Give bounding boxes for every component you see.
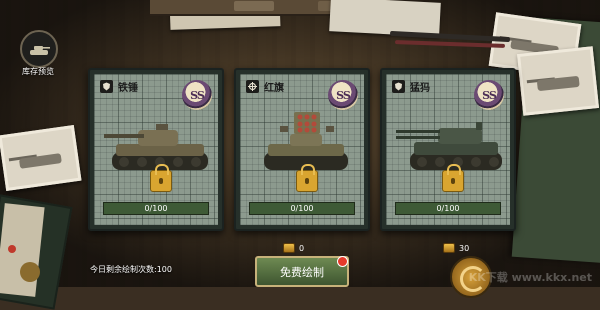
fragment-progress: 0/100 <box>249 202 355 215</box>
crosshair-icon <box>246 80 259 93</box>
tank-name: 红旗 <box>264 83 284 94</box>
cost-value: 30 <box>459 243 470 253</box>
tank-card-3[interactable]: 猛犸 SS 0/100 <box>380 68 516 231</box>
inventory-preview-label: 库存预览 <box>22 67 54 76</box>
draw-cost-paid: 30 <box>443 243 469 253</box>
notification-dot <box>337 256 348 267</box>
tank-card-2[interactable]: 红旗 SS 0/100 <box>234 68 370 231</box>
shield-icon <box>100 80 113 93</box>
rarity-badge: SS <box>474 80 504 110</box>
remaining-draws-text: 今日剩余绘制次数:100 <box>90 265 172 274</box>
pin-icon <box>8 245 16 253</box>
medal-icon <box>20 262 40 282</box>
paper-stack <box>329 0 441 37</box>
tank-name: 铁锤 <box>118 83 138 94</box>
tank-photo <box>0 124 82 192</box>
inventory-preview-button[interactable] <box>20 30 58 68</box>
token-icon <box>443 243 455 253</box>
tank-card-1[interactable]: 铁锤 SS 0/100 <box>88 68 224 231</box>
tank-icon <box>30 46 50 55</box>
fragment-progress: 0/100 <box>103 202 209 215</box>
lock-icon <box>150 164 172 192</box>
free-draw-label: 免费绘制 <box>280 265 324 279</box>
lock-icon <box>296 164 318 192</box>
tank-name: 猛犸 <box>410 83 430 94</box>
shield-icon <box>392 80 405 93</box>
free-draw-button[interactable]: 免费绘制 <box>255 256 349 287</box>
tank-photo <box>516 46 600 116</box>
lock-icon <box>442 164 464 192</box>
rarity-badge: SS <box>182 80 212 110</box>
cost-value: 0 <box>299 243 305 253</box>
fragment-progress: 0/100 <box>395 202 501 215</box>
rarity-badge: SS <box>328 80 358 110</box>
watermark: KK下载 www.kkx.net <box>468 271 592 284</box>
token-icon <box>283 243 295 253</box>
draw-cost-free: 0 <box>283 243 304 253</box>
